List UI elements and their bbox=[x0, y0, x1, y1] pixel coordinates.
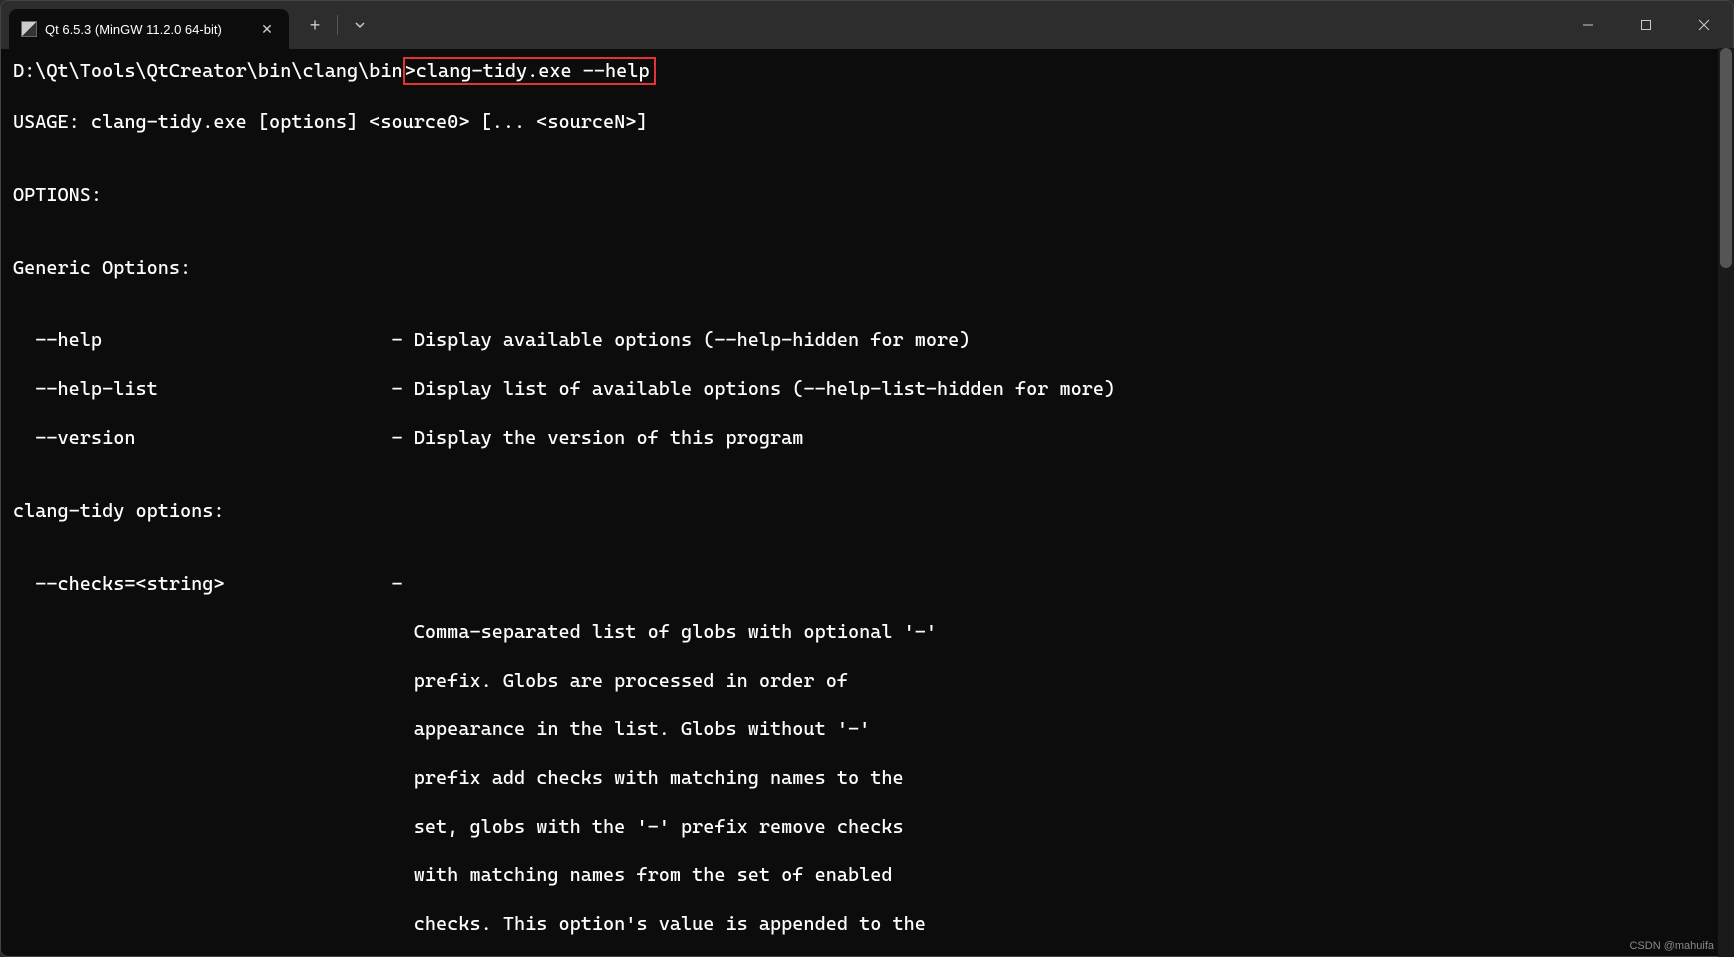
tab-dropdown-button[interactable] bbox=[342, 7, 378, 43]
option-checks-flag: --checks=<string> - bbox=[13, 572, 1721, 596]
cmd-icon bbox=[21, 21, 37, 37]
terminal-window: Qt 6.5.3 (MinGW 11.2.0 64-bit) ✕ + D:\Qt… bbox=[0, 0, 1734, 957]
command-highlight: >clang-tidy.exe --help bbox=[403, 57, 656, 85]
option-checks-desc-line: checks. This option's value is appended … bbox=[13, 912, 1721, 936]
terminal-output[interactable]: D:\Qt\Tools\QtCreator\bin\clang\bin>clan… bbox=[1, 49, 1733, 956]
option-checks-desc-line: with matching names from the set of enab… bbox=[13, 863, 1721, 887]
option-checks-desc-line: appearance in the list. Globs without '-… bbox=[13, 717, 1721, 741]
usage-line: USAGE: clang-tidy.exe [options] <source0… bbox=[13, 110, 1721, 134]
close-tab-button[interactable]: ✕ bbox=[257, 19, 277, 39]
prompt-path: D:\Qt\Tools\QtCreator\bin\clang\bin bbox=[13, 60, 403, 82]
maximize-icon bbox=[1640, 19, 1652, 31]
close-icon bbox=[1698, 19, 1710, 31]
option-checks-desc-line: Comma-separated list of globs with optio… bbox=[13, 620, 1721, 644]
scroll-thumb[interactable] bbox=[1720, 48, 1732, 268]
option-help-list: --help-list - Display list of available … bbox=[13, 377, 1721, 401]
clang-tidy-options-header: clang-tidy options: bbox=[13, 499, 1721, 523]
maximize-button[interactable] bbox=[1617, 1, 1675, 49]
option-checks-desc-line: set, globs with the '-' prefix remove ch… bbox=[13, 815, 1721, 839]
window-controls bbox=[1559, 1, 1733, 49]
title-bar: Qt 6.5.3 (MinGW 11.2.0 64-bit) ✕ + bbox=[1, 1, 1733, 49]
option-help: --help - Display available options (--he… bbox=[13, 328, 1721, 352]
minimize-icon bbox=[1582, 19, 1594, 31]
new-tab-button[interactable]: + bbox=[297, 7, 333, 43]
watermark: CSDN @mahuifa bbox=[1629, 940, 1714, 952]
terminal-tab[interactable]: Qt 6.5.3 (MinGW 11.2.0 64-bit) ✕ bbox=[9, 9, 289, 49]
option-version: --version - Display the version of this … bbox=[13, 426, 1721, 450]
generic-options-header: Generic Options: bbox=[13, 256, 1721, 280]
chevron-down-icon bbox=[354, 19, 366, 31]
options-header: OPTIONS: bbox=[13, 183, 1721, 207]
tab-divider bbox=[337, 15, 338, 35]
tab-title: Qt 6.5.3 (MinGW 11.2.0 64-bit) bbox=[45, 22, 249, 37]
tab-area: Qt 6.5.3 (MinGW 11.2.0 64-bit) ✕ + bbox=[1, 1, 378, 49]
option-checks-desc-line: prefix add checks with matching names to… bbox=[13, 766, 1721, 790]
close-window-button[interactable] bbox=[1675, 1, 1733, 49]
minimize-button[interactable] bbox=[1559, 1, 1617, 49]
option-checks-desc-line: prefix. Globs are processed in order of bbox=[13, 669, 1721, 693]
scrollbar[interactable] bbox=[1718, 48, 1734, 957]
